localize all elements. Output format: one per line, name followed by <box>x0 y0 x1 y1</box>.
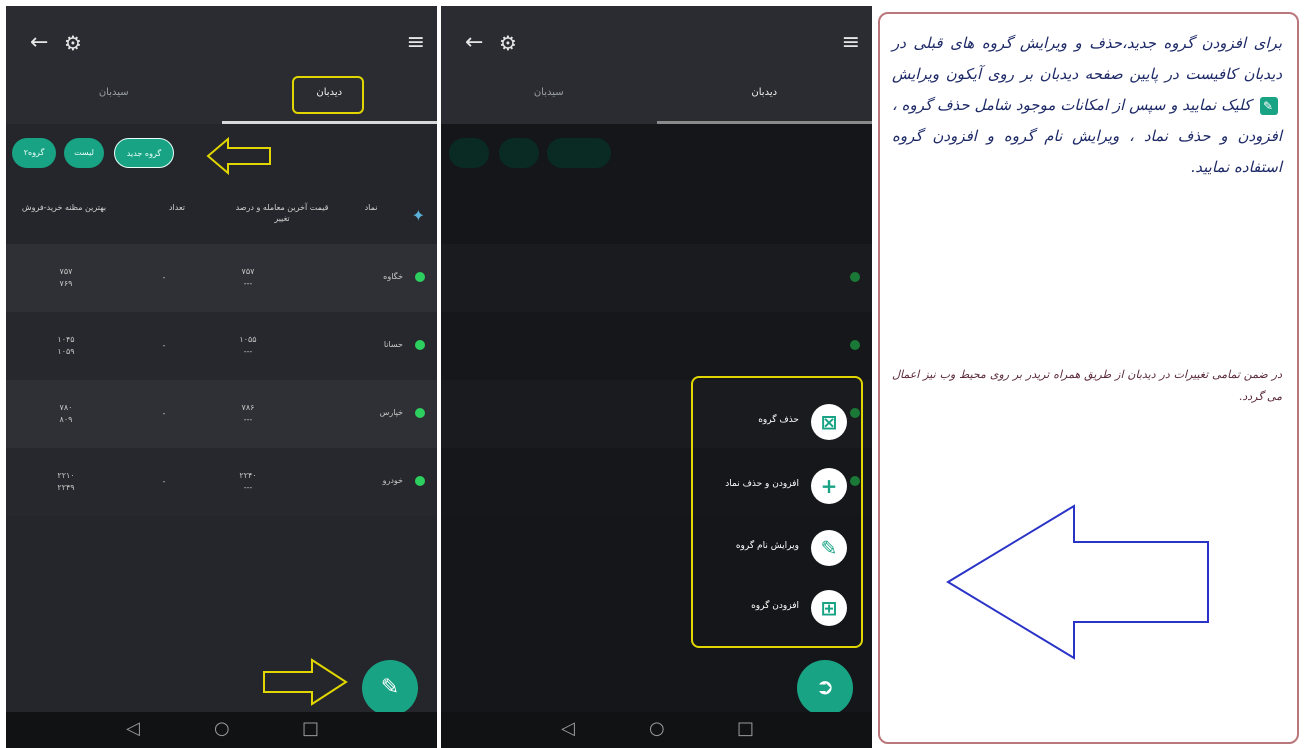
instruction-text-part2: کلیک نمایید و سپس از امکانات موجود شامل … <box>892 96 1282 176</box>
top-bar: ← ⚙ ≡ <box>441 6 872 84</box>
volume-value: - <box>162 341 166 350</box>
status-dot-icon <box>415 408 425 418</box>
instruction-text-part1: برای افزودن گروه جدید،حذف و ویرایش گروه … <box>892 34 1282 83</box>
symbol-name: خگاوه <box>383 272 403 281</box>
phone-screen-edit-menu: ← ⚙ ≡ سیدبان دیدبان حذف گروه ⊠ افزودن و … <box>441 6 872 748</box>
nav-recents-icon[interactable]: □ <box>302 719 319 739</box>
price-change: --- <box>243 347 253 356</box>
last-price: ۲۲۴۰ <box>239 471 257 480</box>
best-ask: ۸۰۹ <box>59 415 73 424</box>
menu-label: حذف گروه <box>758 415 799 425</box>
android-nav-bar: ◁ ○ □ <box>6 712 437 748</box>
edit-icon <box>1259 97 1278 115</box>
blue-arrow-left-icon <box>946 504 1209 660</box>
chip-group2[interactable]: گروه۲ <box>12 138 56 168</box>
table-header: ✦ نماد قیمت آخرین معامله و درصد تغییر تع… <box>6 188 437 244</box>
status-dot-icon <box>415 476 425 486</box>
nav-home-icon[interactable]: ○ <box>214 719 230 739</box>
header-volume: تعداد <box>168 203 186 212</box>
best-bid: ۲۲۱۰ <box>57 471 75 480</box>
status-dot-icon <box>415 340 425 350</box>
grid-add-icon: ⊞ <box>811 590 847 626</box>
active-tab-indicator <box>221 121 437 124</box>
nav-back-icon[interactable]: ◁ <box>126 719 140 739</box>
phone-screen-watchlist: ← ⚙ ≡ سیدبان دیدبان گروه۲ لیست گروه جدید… <box>6 6 437 748</box>
tab-didban[interactable]: دیدبان <box>657 84 873 124</box>
menu-label: افزودن گروه <box>751 601 799 611</box>
tab-sidban[interactable]: سیدبان <box>441 84 657 124</box>
symbol-name: حسانا <box>383 340 403 349</box>
edit-fab-button[interactable]: ✎ <box>362 660 418 716</box>
menu-label: ویرایش نام گروه <box>735 541 799 551</box>
symbol-name: خودرو <box>382 476 403 485</box>
last-price: ۷۵۷ <box>241 267 255 276</box>
menu-item-add-group[interactable]: افزودن گروه ⊞ <box>693 588 851 628</box>
menu-item-rename-group[interactable]: ویرایش نام گروه ✎ <box>693 528 851 568</box>
plus-icon: + <box>811 468 847 504</box>
highlight-box-tab <box>292 76 364 114</box>
symbol-name: خپارس <box>379 408 403 417</box>
volume-value: - <box>162 477 166 486</box>
table-row[interactable]: خپارس ۷۸۶ --- - ۷۸۰ ۸۰۹ <box>6 380 437 448</box>
price-change: --- <box>243 483 253 492</box>
yellow-arrow-left-icon <box>206 136 271 176</box>
header-best-bid-ask: بهترین مظنه خرید-فروش <box>21 203 107 212</box>
header-last-price: قیمت آخرین معامله و درصد تغییر <box>235 203 329 223</box>
last-price: ۱۰۵۵ <box>239 335 257 344</box>
back-arrow-icon[interactable]: ← <box>30 32 48 54</box>
best-bid: ۱۰۴۵ <box>57 335 75 344</box>
sort-icon[interactable]: ✦ <box>412 206 425 225</box>
edit-icon: ✎ <box>811 530 847 566</box>
yellow-arrow-right-icon <box>263 658 348 706</box>
chip-list[interactable]: لیست <box>64 138 104 168</box>
header-symbol: نماد <box>364 203 378 212</box>
best-ask: ۲۲۴۹ <box>57 483 75 492</box>
table-row[interactable]: حسانا ۱۰۵۵ --- - ۱۰۴۵ ۱۰۵۹ <box>6 312 437 380</box>
price-change: --- <box>243 279 253 288</box>
android-nav-bar: ◁ ○ □ <box>441 712 872 748</box>
gear-icon[interactable]: ⚙ <box>64 32 82 54</box>
nav-recents-icon[interactable]: □ <box>737 719 754 739</box>
back-arrow-icon[interactable]: ← <box>465 32 483 54</box>
table-row[interactable]: خگاوه ۷۵۷ --- - ۷۵۷ ۷۶۹ <box>6 244 437 312</box>
tab-sidban[interactable]: سیدبان <box>6 84 222 124</box>
grid-remove-icon: ⊠ <box>811 404 847 440</box>
top-bar: ← ⚙ ≡ <box>6 6 437 84</box>
close-menu-fab-button[interactable]: ➲ <box>797 660 853 716</box>
menu-label: افزودن و حذف نماد <box>725 479 799 489</box>
instruction-note: در ضمن تمامی تغییرات در دیدبان از طریق ه… <box>892 368 1282 403</box>
nav-home-icon[interactable]: ○ <box>649 719 665 739</box>
best-ask: ۷۶۹ <box>59 279 73 288</box>
chip-new-group[interactable]: گروه جدید <box>114 138 174 168</box>
instruction-main-text: برای افزودن گروه جدید،حذف و ویرایش گروه … <box>892 28 1282 183</box>
edit-icon: ✎ <box>380 675 400 700</box>
tab-bar: سیدبان دیدبان <box>6 84 437 124</box>
price-change: --- <box>243 415 253 424</box>
best-ask: ۱۰۵۹ <box>57 347 75 356</box>
best-bid: ۷۵۷ <box>59 267 73 276</box>
highlight-box-menu: حذف گروه ⊠ افزودن و حذف نماد + ویرایش نا… <box>691 376 863 648</box>
menu-item-delete-group[interactable]: حذف گروه ⊠ <box>693 402 851 442</box>
hamburger-menu-icon[interactable]: ≡ <box>842 32 860 54</box>
volume-value: - <box>162 273 166 282</box>
menu-item-add-remove-symbol[interactable]: افزودن و حذف نماد + <box>693 466 851 506</box>
gear-icon[interactable]: ⚙ <box>499 32 517 54</box>
tab-bar: سیدبان دیدبان <box>441 84 872 124</box>
last-price: ۷۸۶ <box>241 403 255 412</box>
status-dot-icon <box>415 272 425 282</box>
best-bid: ۷۸۰ <box>59 403 73 412</box>
arrow-right-icon: ➲ <box>815 675 835 700</box>
hamburger-menu-icon[interactable]: ≡ <box>407 32 425 54</box>
instruction-panel: برای افزودن گروه جدید،حذف و ویرایش گروه … <box>878 12 1299 744</box>
table-row[interactable]: خودرو ۲۲۴۰ --- - ۲۲۱۰ ۲۲۴۹ <box>6 448 437 516</box>
volume-value: - <box>162 409 166 418</box>
nav-back-icon[interactable]: ◁ <box>561 719 575 739</box>
